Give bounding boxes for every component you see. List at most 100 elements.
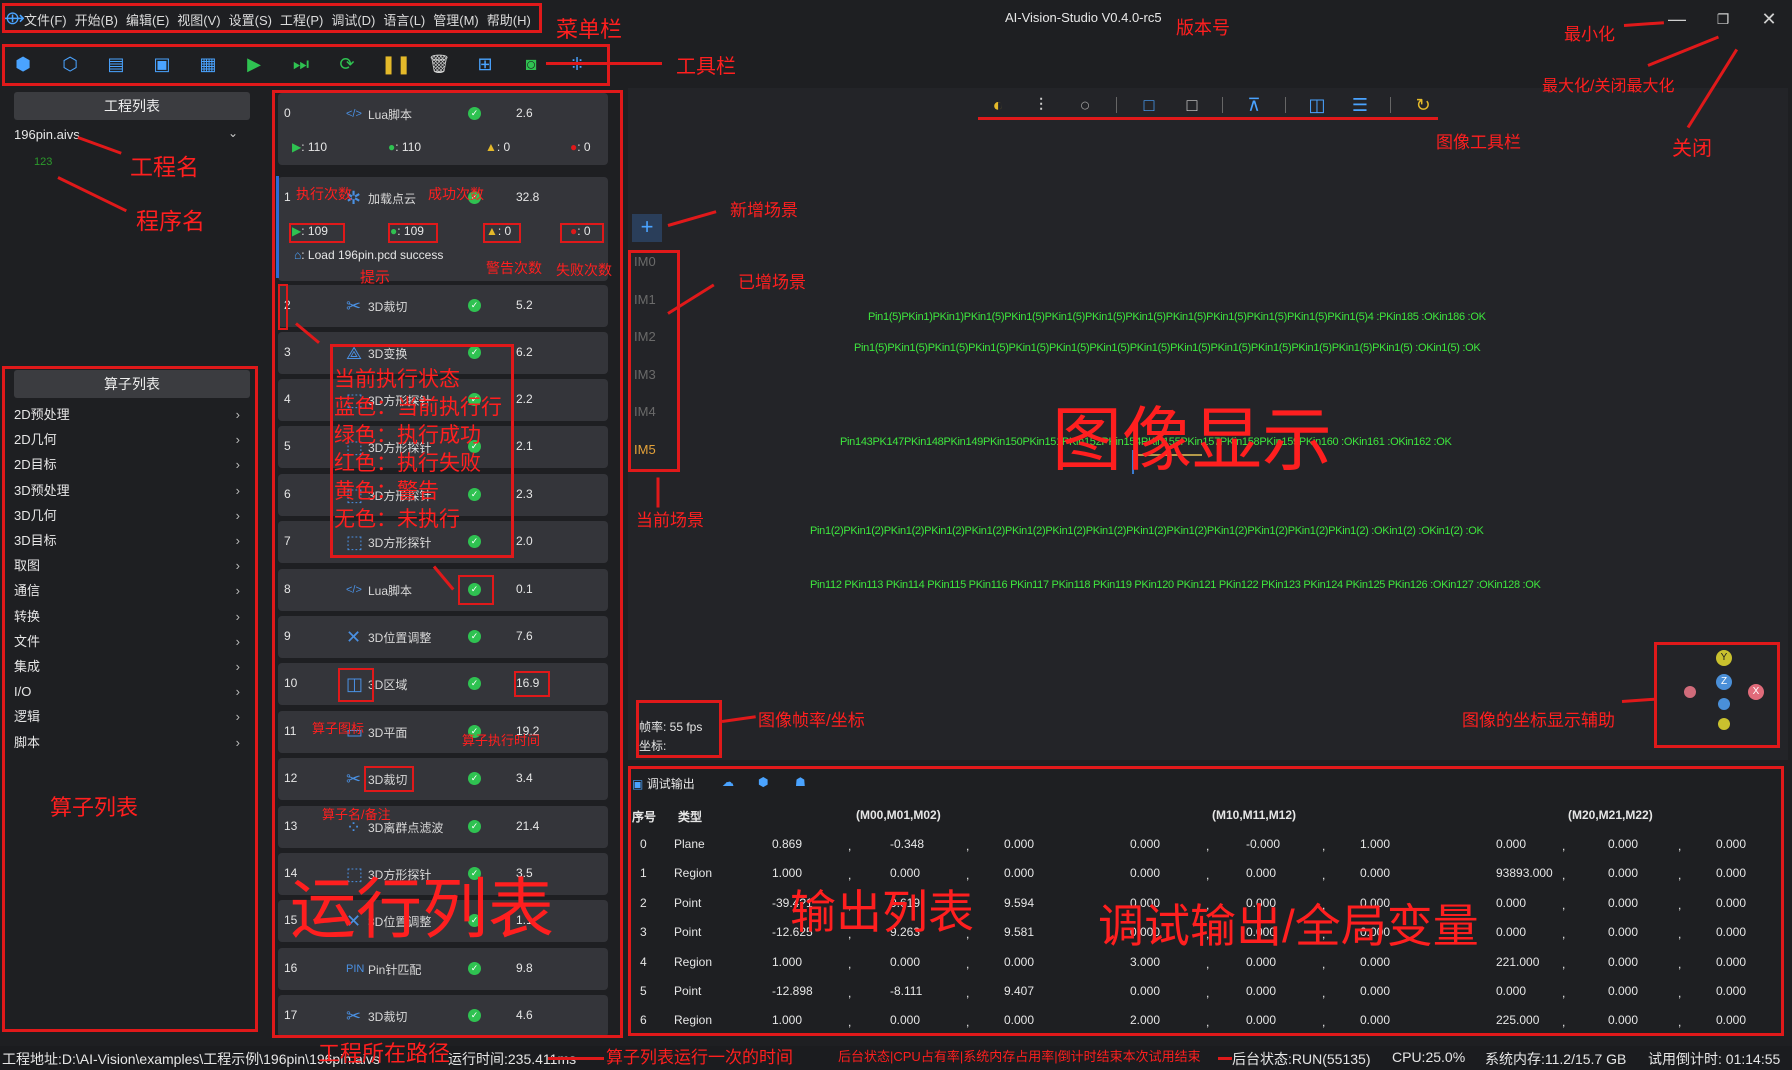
save-icon[interactable]: ▣ — [150, 52, 174, 76]
menu-item[interactable]: 帮助(H) — [487, 10, 531, 29]
warning-icon: ▲ — [486, 224, 498, 238]
menu-item[interactable]: 调试(D) — [331, 10, 375, 29]
operator-category[interactable]: 转换 › — [14, 606, 240, 628]
grid-icon[interactable]: ⊞ — [473, 52, 497, 76]
maximize-button[interactable]: ❐ — [1708, 6, 1738, 32]
refresh-icon[interactable]: ↻ — [1410, 94, 1436, 116]
project-name[interactable]: 196pin.aivs — [14, 127, 80, 142]
tab-3d-icon[interactable]: ⬢ — [758, 775, 768, 789]
matrix-value: 0.000 — [1360, 866, 1391, 881]
run-row[interactable]: 16 PIN Pin针匹配 ✓ 9.8 — [278, 948, 608, 990]
program-name[interactable]: 123 — [34, 156, 52, 168]
matrix-value: 0.000 — [1246, 1013, 1277, 1028]
matrix-value: 0.000 — [1716, 925, 1747, 940]
matrix-value: 0.000 — [1130, 866, 1161, 881]
operator-category[interactable]: I/O › — [14, 681, 240, 703]
matrix-value: 0.000 — [1716, 984, 1747, 998]
run-icon[interactable]: ▶ — [242, 52, 266, 76]
operator-category[interactable]: 3D目标 › — [14, 530, 240, 552]
step-icon[interactable]: ⏭ — [289, 52, 313, 76]
menu-item[interactable]: 语言(L) — [383, 10, 425, 29]
separator: , — [966, 956, 970, 971]
operator-category[interactable]: 文件 › — [14, 631, 240, 653]
operator-category[interactable]: 3D预处理 › — [14, 480, 240, 502]
run-row[interactable]: 12 ✂ 3D裁切 ✓ 3.4 — [278, 758, 608, 800]
open-file-icon[interactable]: ▤ — [104, 52, 128, 76]
operator-category[interactable]: 2D预处理 › — [14, 404, 240, 426]
menu-item[interactable]: 视图(V) — [177, 10, 220, 29]
row-index: 17 — [284, 1008, 298, 1022]
chevron-right-icon: › — [235, 533, 240, 548]
scene-tab[interactable]: IM3 — [634, 367, 656, 382]
menu-item[interactable]: 设置(S) — [229, 10, 272, 29]
run-row[interactable]: 10 ◫ 3D区域 ✓ 16.9 — [278, 663, 608, 705]
tab-variables-icon[interactable]: ☁ — [722, 775, 734, 789]
color-map-icon[interactable]: ◐ — [985, 94, 1011, 116]
run-row[interactable]: 9 ✕ 3D位置调整 ✓ 7.6 — [278, 616, 608, 658]
legend-line: 无色：未执行 — [334, 508, 460, 531]
annotation-version: 版本号 — [1176, 18, 1230, 38]
rect-icon[interactable]: □ — [1179, 94, 1205, 116]
new-project-icon[interactable]: ⬢ — [11, 52, 35, 76]
matrix-value: 0.000 — [1608, 954, 1639, 969]
scene-tab[interactable]: IM0 — [634, 254, 656, 269]
annotation-op-icon: 算子图标 — [312, 721, 365, 736]
scene-tab[interactable]: IM2 — [634, 329, 656, 344]
run-row[interactable]: 2 ✂ 3D裁切 ✓ 5.2 — [278, 285, 608, 327]
annotation-status-desc: 后台状态|CPU占有率|系统内存占用率|倒计时结束本次试用结束 — [838, 1049, 1201, 1064]
annotation-new-scene: 新增场景 — [730, 201, 798, 220]
align-icon[interactable]: ⊼ — [1241, 94, 1267, 116]
close-button[interactable]: ✕ — [1754, 6, 1784, 32]
delete-icon[interactable]: 🗑 — [427, 52, 451, 76]
matrix-value: 0.000 — [1130, 984, 1161, 998]
adjust-icon[interactable]: ⫶ — [1028, 94, 1054, 116]
run-row[interactable]: 0 </> Lua脚本 ✓ 2.6 — [278, 93, 608, 165]
circle-icon[interactable]: ○ — [1072, 94, 1098, 116]
annotation-warn-count: 警告次数 — [486, 260, 542, 276]
add-scene-button[interactable]: + — [632, 214, 662, 242]
matrix-value: 0.000 — [1360, 1013, 1391, 1028]
save-as-icon[interactable]: ▦ — [196, 52, 220, 76]
chevron-right-icon: › — [235, 583, 240, 599]
matrix-value: 9.407 — [1004, 984, 1035, 998]
menu-item[interactable]: 开始(B) — [75, 10, 118, 29]
tab-network-icon[interactable]: ☗ — [795, 775, 806, 789]
rect-select-icon[interactable]: □ — [1136, 94, 1162, 116]
play-icon: ▶ — [292, 224, 302, 238]
scene-tab[interactable]: IM5 — [634, 442, 656, 457]
chevron-right-icon: › — [235, 558, 240, 574]
chevron-down-icon[interactable]: ⌄ — [228, 126, 238, 140]
menu-item[interactable]: 管理(M) — [433, 10, 479, 29]
minimize-button[interactable]: — — [1662, 6, 1692, 32]
menu-item[interactable]: 文件(F) — [24, 10, 67, 29]
pointer-line — [548, 1057, 604, 1060]
operator-category[interactable]: 通信 › — [14, 580, 240, 602]
loop-run-icon[interactable]: ⟳ — [335, 52, 359, 76]
operator-category[interactable]: 2D目标 › — [14, 454, 240, 476]
menu-item[interactable]: 工程(P) — [280, 10, 323, 29]
pause-icon[interactable]: ❚❚ — [381, 52, 411, 76]
operator-category[interactable]: 集成 › — [14, 656, 240, 678]
operator-category[interactable]: 脚本 › — [14, 732, 240, 754]
list-icon[interactable]: ☰ — [1347, 94, 1373, 116]
scene-tab[interactable]: IM4 — [634, 404, 656, 419]
annotation-debug-output: 调试输出/全局变量 — [1098, 900, 1479, 952]
camera-icon[interactable]: ◙ — [519, 52, 543, 76]
operator-category[interactable]: 逻辑 › — [14, 706, 240, 728]
open-project-icon[interactable]: ⬡ — [58, 52, 82, 76]
scene-tab[interactable]: IM1 — [634, 292, 656, 307]
fail-count: ●: 0 — [570, 140, 591, 154]
operator-category[interactable]: 2D几何 › — [14, 429, 240, 451]
menu-item[interactable]: 编辑(E) — [126, 10, 169, 29]
row-index: 5 — [640, 984, 647, 998]
tab-debug-output[interactable]: ▣ 调试输出 — [632, 775, 695, 792]
run-row[interactable]: 17 ✂ 3D裁切 ✓ 4.6 — [278, 995, 608, 1037]
row-index: 3 — [284, 345, 291, 359]
row-type: Point — [674, 925, 702, 940]
split-icon[interactable]: ◫ — [1304, 94, 1330, 116]
operator-category[interactable]: 取图 › — [14, 555, 240, 577]
annotation-image-display: 图像显示 — [1052, 401, 1332, 479]
legend-line: 黄色：警告 — [334, 480, 439, 503]
operator-category[interactable]: 3D几何 › — [14, 505, 240, 527]
exec-time: 16.9 — [516, 676, 540, 690]
